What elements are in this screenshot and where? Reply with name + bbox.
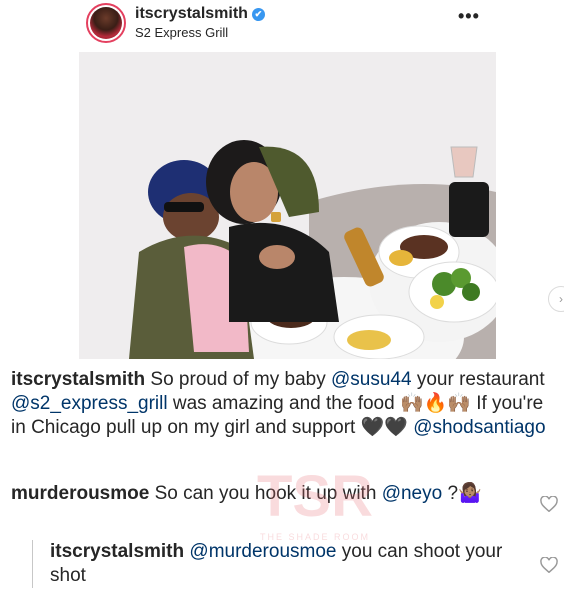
post-username[interactable]: itscrystalsmith ✔	[135, 5, 265, 23]
watermark-text: THE SHADE ROOM	[260, 532, 370, 542]
post-photo-image	[79, 52, 496, 359]
caption-text-3: was amazing and the food	[167, 393, 400, 414]
watermark-logo: TSR THE SHADE ROOM	[257, 464, 373, 542]
watermark: TSR THE SHADE ROOM	[250, 458, 380, 548]
post-photo[interactable]	[79, 52, 496, 359]
avatar[interactable]	[86, 3, 126, 43]
caption-emoji-1: 🙌🏽🔥🙌🏽	[399, 393, 471, 414]
heart-icon[interactable]	[540, 557, 558, 573]
caption-text-1: So proud of my baby	[145, 369, 332, 390]
post-header: itscrystalsmith ✔ S2 Express Grill •••	[0, 0, 564, 46]
more-options-icon[interactable]: •••	[458, 6, 480, 27]
post-caption: itscrystalsmith So proud of my baby @sus…	[11, 368, 556, 440]
comment-username[interactable]: murderousmoe	[11, 483, 149, 504]
mention-link[interactable]: @s2_express_grill	[11, 393, 168, 414]
post-username-text[interactable]: itscrystalsmith	[135, 5, 248, 22]
mention-link[interactable]: @shodsantiago	[413, 417, 545, 438]
comment-tail: ?	[442, 483, 459, 504]
post-location[interactable]: S2 Express Grill	[135, 25, 228, 40]
next-arrow-icon[interactable]: ›	[548, 286, 564, 312]
caption-emoji-2: 🖤🖤	[360, 417, 408, 438]
watermark-logo-text: TSR	[257, 464, 373, 529]
comment-emoji: 🤷🏽‍♀️	[458, 483, 482, 504]
heart-icon[interactable]	[540, 496, 558, 512]
mention-link[interactable]: @susu44	[331, 369, 412, 390]
reply-username[interactable]: itscrystalsmith	[50, 541, 184, 562]
caption-text-2: your restaurant	[411, 369, 545, 390]
caption-username[interactable]: itscrystalsmith	[11, 369, 145, 390]
mention-link[interactable]: @neyo	[382, 483, 443, 504]
verified-badge-icon: ✔	[251, 8, 265, 21]
